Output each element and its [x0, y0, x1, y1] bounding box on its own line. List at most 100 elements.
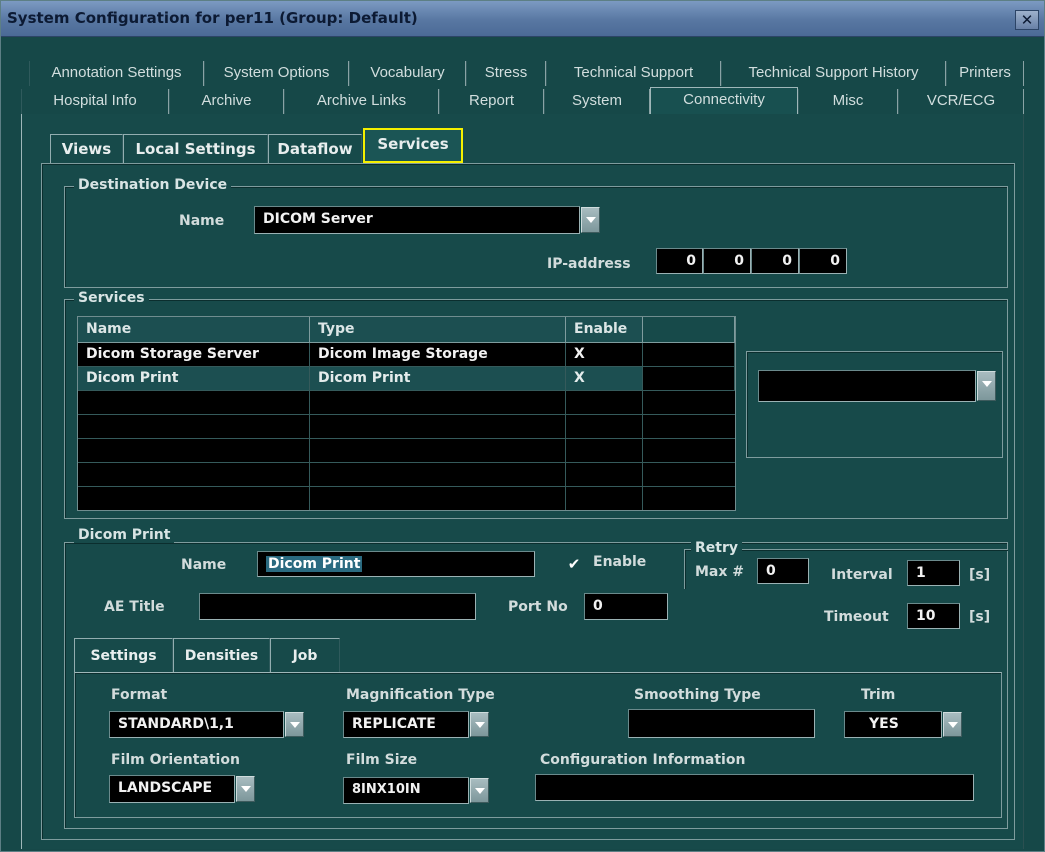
empty-cell [310, 487, 566, 510]
table-row-empty[interactable] [78, 439, 735, 463]
print-name-selected-text: Dicom Print [266, 556, 363, 572]
print-name-label: Name [181, 557, 227, 573]
tab-hospital-info[interactable]: Hospital Info [21, 89, 169, 114]
configuration-information-label: Configuration Information [540, 752, 746, 768]
tab-technical-support[interactable]: Technical Support [546, 61, 721, 86]
trim-label: Trim [861, 687, 896, 703]
empty-cell [566, 391, 643, 414]
column-header-empty [643, 317, 735, 343]
empty-cell [566, 415, 643, 438]
film-orientation-select[interactable]: LANDSCAPE [109, 775, 235, 803]
row-enable-cell[interactable]: X [566, 367, 643, 390]
ae-title-input[interactable] [199, 593, 476, 620]
column-header-enable[interactable]: Enable [566, 317, 643, 343]
column-header-name[interactable]: Name [78, 317, 310, 343]
tab-connectivity[interactable]: Connectivity [650, 87, 798, 115]
tab-technical-support-history[interactable]: Technical Support History [721, 61, 946, 86]
tab-report[interactable]: Report [439, 89, 544, 114]
ip-octet-1-input[interactable]: 0 [656, 248, 703, 274]
film-size-dropdown-arrow-icon[interactable] [470, 778, 489, 803]
system-configuration-window: System Configuration for per11 (Group: D… [0, 0, 1045, 852]
tab-system[interactable]: System [544, 89, 650, 114]
empty-cell [78, 415, 310, 438]
max-retries-label: Max # [695, 564, 745, 580]
magnification-type-select[interactable]: REPLICATE [343, 711, 469, 738]
ip-octet-3-input[interactable]: 0 [751, 248, 799, 274]
subtab-dataflow[interactable]: Dataflow [268, 134, 362, 164]
timeout-unit-label: [s] [969, 609, 991, 625]
dicom-print-legend: Dicom Print [74, 527, 175, 543]
ip-address-label: IP-address [547, 256, 631, 272]
magnification-dropdown-arrow-icon[interactable] [470, 712, 489, 737]
timeout-label: Timeout [824, 609, 889, 625]
tab-vocabulary[interactable]: Vocabulary [349, 61, 466, 86]
tab-vcr-ecg[interactable]: VCR/ECG [898, 89, 1024, 114]
subtab-local-settings[interactable]: Local Settings [123, 134, 268, 164]
service-side-dropdown-arrow-icon[interactable] [977, 371, 996, 401]
interval-label: Interval [831, 567, 893, 583]
row-empty-cell [643, 367, 735, 390]
trim-select[interactable]: YES [844, 711, 942, 738]
tab-archive[interactable]: Archive [169, 89, 284, 114]
format-select[interactable]: STANDARD\1,1 [109, 711, 284, 738]
services-legend: Services [74, 290, 149, 306]
max-retries-input[interactable]: 0 [757, 558, 809, 584]
empty-cell [310, 391, 566, 414]
tab-printers[interactable]: Printers [946, 61, 1024, 86]
film-size-select[interactable]: 8INX10IN [343, 777, 469, 804]
trim-dropdown-arrow-icon[interactable] [943, 712, 962, 737]
service-side-group [746, 351, 1003, 458]
interval-input[interactable]: 1 [907, 560, 960, 586]
table-row-empty[interactable] [78, 391, 735, 415]
enable-checkbox[interactable]: ✔ [566, 557, 582, 573]
empty-cell [310, 439, 566, 462]
table-row-empty[interactable] [78, 463, 735, 487]
smoothing-type-input[interactable] [628, 709, 815, 738]
port-number-input[interactable]: 0 [584, 593, 668, 620]
row-enable-cell[interactable]: X [566, 343, 643, 366]
table-row-empty[interactable] [78, 487, 735, 511]
film-orientation-label: Film Orientation [111, 752, 240, 768]
timeout-input[interactable]: 10 [907, 603, 960, 629]
tab-print-settings[interactable]: Settings [74, 638, 173, 674]
empty-cell [78, 391, 310, 414]
row-name-cell: Dicom Storage Server [78, 343, 310, 366]
destination-dropdown-arrow-icon[interactable] [581, 207, 600, 233]
destination-name-select[interactable]: DICOM Server [254, 206, 580, 234]
table-row-selected[interactable]: Dicom Print Dicom Print X [78, 367, 735, 391]
tab-stress[interactable]: Stress [466, 61, 546, 86]
table-row[interactable]: Dicom Storage Server Dicom Image Storage… [78, 343, 735, 367]
tab-misc[interactable]: Misc [798, 89, 898, 114]
close-button[interactable]: ✕ [1015, 10, 1039, 30]
magnification-type-label: Magnification Type [346, 687, 495, 703]
tab-archive-links[interactable]: Archive Links [284, 89, 439, 114]
tab-print-job[interactable]: Job [270, 638, 340, 672]
configuration-information-input[interactable] [535, 774, 974, 801]
table-row-empty[interactable] [78, 415, 735, 439]
tab-system-options[interactable]: System Options [204, 61, 349, 86]
column-header-type[interactable]: Type [310, 317, 566, 343]
empty-cell [78, 439, 310, 462]
format-dropdown-arrow-icon[interactable] [285, 712, 304, 737]
services-table[interactable]: Name Type Enable Dicom Storage Server Di… [77, 316, 736, 511]
empty-cell [566, 439, 643, 462]
empty-cell [566, 463, 643, 486]
empty-cell [310, 415, 566, 438]
enable-label: Enable [593, 554, 647, 570]
title-bar[interactable]: System Configuration for per11 (Group: D… [1, 1, 1044, 37]
smoothing-type-label: Smoothing Type [634, 687, 761, 703]
ip-octet-2-input[interactable]: 0 [703, 248, 751, 274]
empty-cell [566, 487, 643, 510]
service-side-select[interactable] [758, 370, 976, 402]
tab-print-densities[interactable]: Densities [173, 638, 270, 672]
interval-unit-label: [s] [969, 567, 991, 583]
subtab-views[interactable]: Views [50, 134, 123, 164]
film-orientation-dropdown-arrow-icon[interactable] [236, 776, 255, 802]
print-name-input[interactable]: Dicom Print [257, 551, 535, 577]
row-type-cell: Dicom Image Storage [310, 343, 566, 366]
ip-octet-4-input[interactable]: 0 [799, 248, 847, 274]
tab-annotation-settings[interactable]: Annotation Settings [29, 61, 204, 86]
film-size-label: Film Size [346, 752, 418, 768]
subtab-services[interactable]: Services [363, 128, 463, 163]
ae-title-label: AE Title [104, 599, 165, 615]
